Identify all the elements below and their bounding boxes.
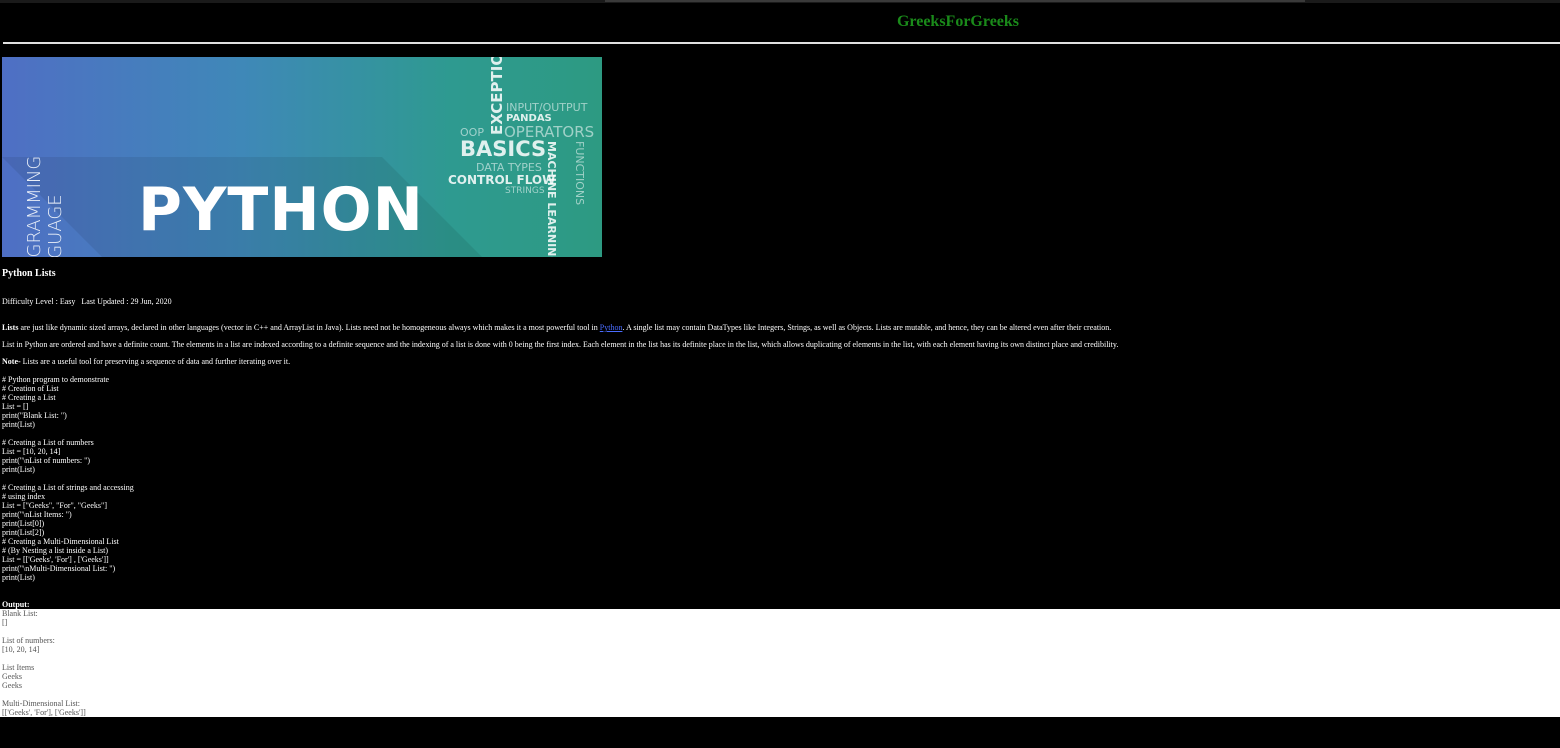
paragraph-intro: Lists are just like dynamic sized arrays…	[2, 323, 1111, 332]
python-banner-image: PROGRAMMING LANGUAGE PYTHON EXCEPTION IN…	[2, 57, 602, 257]
output-panel	[0, 609, 1560, 717]
lists-term: Lists	[2, 323, 19, 332]
site-title: GreeksForGreeks	[896, 13, 1020, 30]
banner-text-language: LANGUAGE	[45, 194, 66, 257]
top-border	[0, 0, 1560, 3]
note-text: Lists are a useful tool for preserving a…	[20, 357, 291, 366]
banner-tag-basics: BASICS	[460, 137, 547, 161]
last-updated: Last Updated : 29 Jun, 2020	[81, 297, 172, 306]
paragraph-intro-text-b: . A single list may contain DataTypes li…	[622, 323, 1112, 332]
python-link[interactable]: Python	[600, 323, 623, 332]
note-label: Note-	[2, 357, 21, 366]
banner-side-text: PROGRAMMING LANGUAGE	[24, 156, 66, 257]
paragraph-intro-text-a: are just like dynamic sized arrays, decl…	[18, 323, 600, 332]
output-text: Blank List: [] List of numbers: [10, 20,…	[2, 609, 86, 717]
output-label: Output:	[2, 600, 30, 609]
header-divider	[3, 42, 1560, 44]
banner-tag-control-flow: CONTROL FLOW	[448, 173, 556, 187]
difficulty-level: Difficulty Level : Easy	[2, 297, 76, 306]
paragraph-ordering: List in Python are ordered and have a de…	[2, 340, 1119, 349]
article-title: Python Lists	[2, 268, 56, 279]
article-meta: Difficulty Level : Easy Last Updated : 2…	[2, 297, 172, 306]
banner-tag-functions-text: FUNCTIONS	[573, 141, 586, 206]
paragraph-note: Note- Lists are a useful tool for preser…	[2, 357, 290, 366]
banner-text-programming: PROGRAMMING	[24, 155, 45, 257]
top-highlight	[605, 0, 1305, 2]
banner-tag-machine-learning-text: MACHINE LEARNING	[545, 141, 558, 257]
banner-python-title: PYTHON	[138, 175, 424, 245]
code-block: # Python program to demonstrate # Creati…	[2, 375, 134, 582]
banner-tag-strings: STRINGS	[505, 186, 545, 196]
